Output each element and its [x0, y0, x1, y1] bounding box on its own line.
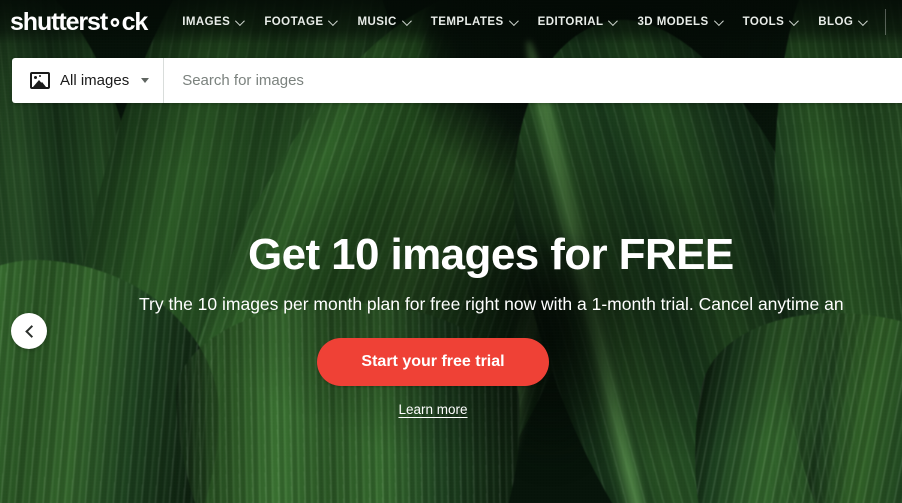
learn-more-link[interactable]: Learn more [398, 402, 467, 417]
search-category-label: All images [60, 72, 130, 89]
search-bar: All images [12, 58, 902, 103]
nav-item-blog[interactable]: BLOG [807, 15, 876, 28]
search-category-dropdown[interactable]: All images [12, 58, 163, 103]
chevron-down-icon [141, 78, 150, 83]
chevron-down-icon [789, 15, 800, 26]
nav-item-label: TEMPLATES [430, 16, 504, 28]
nav-item-footage[interactable]: FOOTAGE [253, 15, 346, 28]
search-input[interactable] [164, 58, 902, 103]
page-root: shutterst ∘ ck IMAGES FOOTAGE MUSIC TEMPLA… [0, 0, 902, 503]
nav-item-enterprise[interactable]: EN [895, 16, 902, 28]
nav-item-editorial[interactable]: EDITORIAL [527, 15, 627, 28]
site-header: shutterst ∘ ck IMAGES FOOTAGE MUSIC TEMPLA… [0, 0, 902, 44]
hero-actions: Start your free trial Learn more [248, 338, 618, 417]
nav-divider [885, 9, 887, 35]
primary-nav: IMAGES FOOTAGE MUSIC TEMPLATES EDITORIAL [171, 0, 902, 44]
hero-subheading: Try the 10 images per month plan for fre… [139, 293, 844, 314]
nav-item-music[interactable]: MUSIC [346, 15, 419, 28]
image-icon [30, 72, 50, 89]
chevron-down-icon [608, 15, 619, 26]
chevron-down-icon [235, 15, 246, 26]
logo-text-start: shutterst [10, 7, 108, 36]
chevron-down-icon [401, 15, 412, 26]
nav-item-3d-models[interactable]: 3D MODELS [626, 15, 731, 28]
chevron-down-icon [858, 15, 869, 26]
nav-item-label: TOOLS [742, 16, 785, 28]
nav-item-label: BLOG [818, 16, 854, 28]
nav-item-templates[interactable]: TEMPLATES [420, 15, 527, 28]
chevron-down-icon [713, 15, 724, 26]
nav-item-tools[interactable]: TOOLS [732, 15, 808, 28]
chevron-down-icon [328, 15, 339, 26]
nav-item-label: 3D MODELS [637, 16, 709, 28]
nav-item-label: IMAGES [182, 16, 231, 28]
carousel-prev-button[interactable] [11, 313, 47, 349]
logo-o-glyph: ∘ [107, 7, 123, 36]
chevron-left-icon [24, 324, 38, 338]
nav-item-label: EDITORIAL [537, 16, 604, 28]
hero-heading: Get 10 images for FREE [248, 230, 734, 279]
start-free-trial-button[interactable]: Start your free trial [317, 338, 549, 387]
nav-item-label: FOOTAGE [264, 16, 324, 28]
logo-text-end: ck [121, 7, 149, 36]
nav-item-images[interactable]: IMAGES [171, 15, 253, 28]
shutterstock-logo[interactable]: shutterst ∘ ck [10, 7, 149, 36]
chevron-down-icon [508, 15, 519, 26]
nav-item-label: MUSIC [357, 16, 397, 28]
